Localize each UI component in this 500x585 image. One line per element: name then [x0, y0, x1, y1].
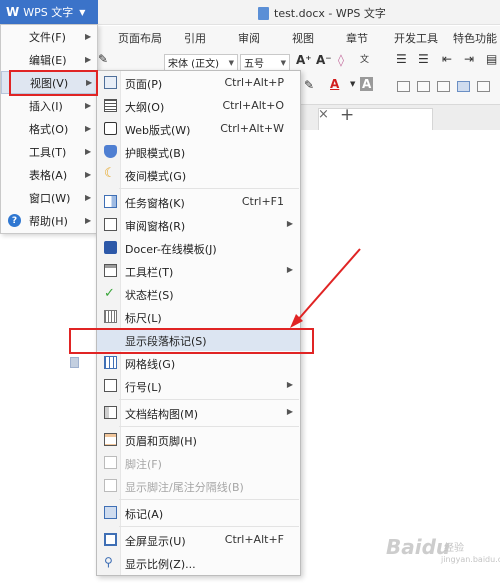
- annotation-arrow-line: [295, 248, 361, 323]
- watermark-text: 经验: [444, 543, 464, 554]
- watermark-url: jingyan.baidu.com: [441, 555, 500, 564]
- annotation-arrow: [290, 248, 361, 328]
- baidu-watermark: Baidu 经验 jingyan.baidu.com: [386, 535, 500, 571]
